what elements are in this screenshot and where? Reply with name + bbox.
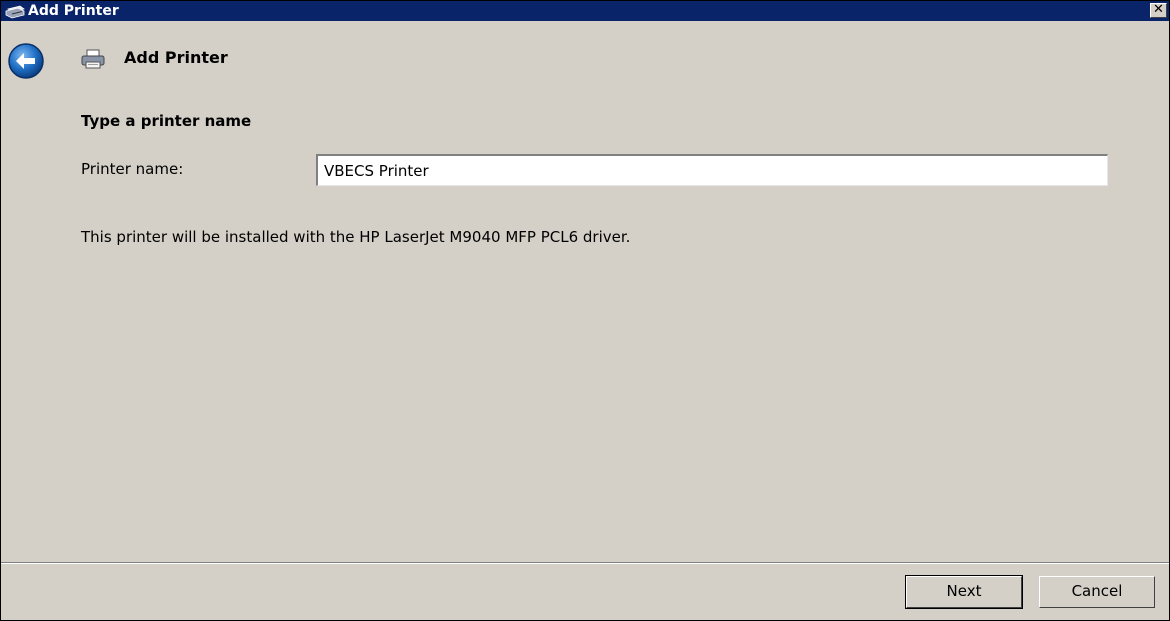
printer-name-label: Printer name: bbox=[81, 160, 184, 178]
driver-info-text: This printer will be installed with the … bbox=[81, 228, 631, 246]
footer-divider bbox=[1, 562, 1169, 564]
close-button[interactable]: ✕ bbox=[1150, 3, 1167, 18]
title-bar[interactable]: Add Printer ✕ bbox=[1, 1, 1169, 21]
printer-icon bbox=[5, 5, 25, 19]
page-title: Add Printer bbox=[124, 48, 228, 67]
cancel-button[interactable]: Cancel bbox=[1039, 576, 1155, 608]
next-button[interactable]: Next bbox=[905, 575, 1023, 609]
back-arrow-icon[interactable] bbox=[4, 42, 48, 80]
window-title: Add Printer bbox=[28, 3, 119, 19]
add-printer-window: Add Printer ✕ Add Printer Type a printer… bbox=[0, 0, 1170, 621]
printer-icon bbox=[81, 49, 105, 69]
section-heading: Type a printer name bbox=[81, 112, 252, 130]
wizard-header: Add Printer bbox=[1, 21, 1169, 85]
printer-name-input[interactable] bbox=[316, 154, 1108, 186]
